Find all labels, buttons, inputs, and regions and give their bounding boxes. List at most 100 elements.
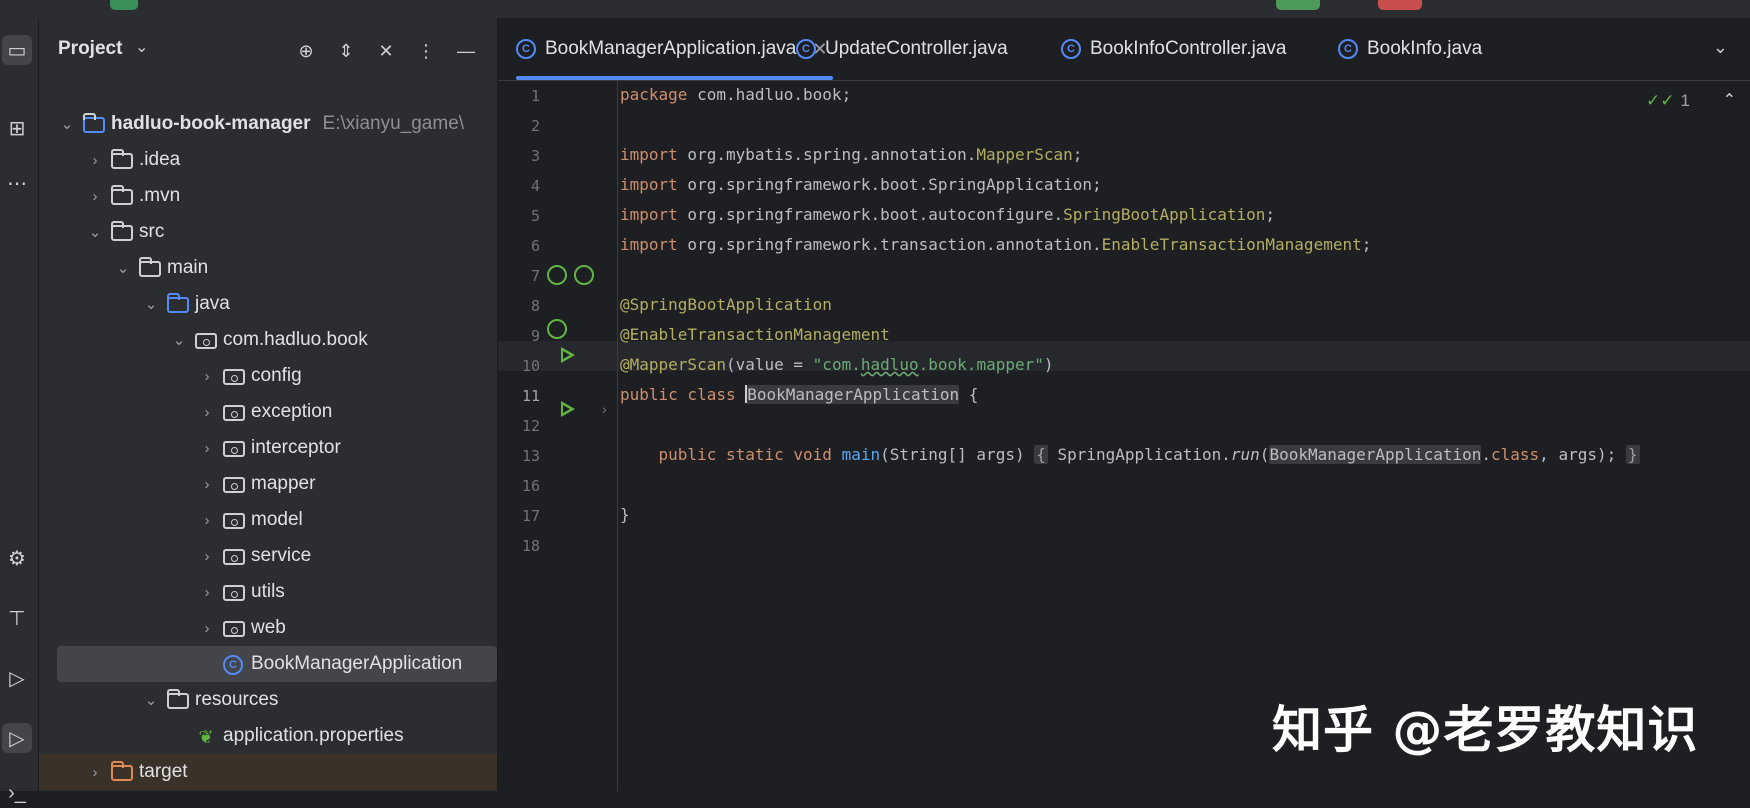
editor-tab[interactable]: C BookManagerApplication.java ✕ (516, 18, 834, 80)
chevron-right-icon[interactable]: › (85, 764, 105, 781)
chevron-right-icon[interactable]: › (197, 548, 217, 565)
watermark: 知乎 @老罗教知识 (1272, 701, 1699, 759)
run-icon[interactable] (561, 347, 575, 363)
project-tool-icon[interactable]: ▭ (2, 35, 32, 65)
chevron-down-icon[interactable]: ⌄ (1713, 37, 1728, 58)
more-tools-icon[interactable]: ⋯ (2, 168, 32, 198)
code-line[interactable]: } (620, 505, 630, 524)
chevron-right-icon[interactable]: › (197, 584, 217, 601)
code-line[interactable]: public static void main(String[] args) {… (620, 445, 1640, 464)
code-line[interactable]: import org.mybatis.spring.annotation.Map… (620, 145, 1082, 164)
hide-icon[interactable]: — (453, 38, 479, 64)
package-icon (223, 512, 245, 529)
tree-item-label: exception (251, 401, 333, 422)
line-number: 18 (521, 537, 540, 555)
code-line[interactable]: @MapperScan(value = "com.hadluo.book.map… (620, 355, 1054, 374)
code-line[interactable]: import org.springframework.boot.SpringAp… (620, 175, 1102, 194)
build-tool-icon[interactable]: ⊤ (2, 603, 32, 633)
tree-item[interactable]: › .mvn (39, 178, 497, 214)
tree-item[interactable]: › utils (39, 574, 497, 610)
options-icon[interactable]: ⋮ (413, 38, 439, 64)
tree-item[interactable]: › config (39, 358, 497, 394)
run-tool-icon[interactable]: ▷ (2, 723, 32, 753)
tree-item[interactable]: ⌄ resources (39, 682, 497, 718)
chevron-down-icon[interactable]: ⌄ (85, 223, 105, 241)
tree-item[interactable]: ❦ application.properties (39, 718, 497, 754)
fold-chevron-icon[interactable]: › (602, 401, 607, 417)
chevron-right-icon[interactable]: › (85, 152, 105, 169)
chevron-right-icon[interactable]: › (197, 368, 217, 385)
project-panel-header: Project ⌄ ⊕ ⇕ ✕ ⋮ — (39, 18, 497, 82)
chevron-right-icon[interactable]: › (197, 512, 217, 529)
line-number: 8 (530, 297, 540, 315)
editor-tab-label: UpdateController.java (825, 38, 1008, 59)
chevron-down-icon[interactable]: ⌄ (141, 295, 161, 313)
tree-item[interactable]: › service (39, 538, 497, 574)
tree-item[interactable]: ⌄ main (39, 250, 497, 286)
tree-item[interactable]: ⌄ java (39, 286, 497, 322)
editor-tab[interactable]: C BookInfoController.java (1061, 18, 1286, 80)
line-number: 2 (530, 117, 540, 135)
collapse-all-icon[interactable]: ✕ (373, 38, 399, 64)
chevron-right-icon[interactable]: › (197, 476, 217, 493)
tree-item[interactable]: C BookManagerApplication (57, 646, 497, 682)
tree-item-label: BookManagerApplication (251, 653, 463, 674)
line-number: 10 (521, 357, 540, 375)
spring-bean-icon[interactable] (547, 265, 567, 285)
locate-icon[interactable]: ⊕ (293, 38, 319, 64)
chevron-up-icon[interactable]: ⌃ (1723, 90, 1736, 110)
chevron-right-icon[interactable]: › (85, 188, 105, 205)
code-editor[interactable]: ✓✓ 1 ⌃ › 1 package com.hadluo.book; 2 3 impor… (498, 81, 1750, 791)
tree-item[interactable]: ⌄ com.hadluo.book (39, 322, 497, 358)
chevron-down-icon[interactable]: ⌄ (141, 691, 161, 709)
run-widget[interactable] (110, 0, 138, 10)
run-icon[interactable] (561, 401, 575, 417)
tree-item-label: service (251, 545, 312, 566)
spring-class-icon: C (223, 655, 245, 675)
line-number: 4 (530, 177, 540, 195)
spring-scan-icon[interactable] (547, 319, 567, 339)
code-line[interactable]: import org.springframework.boot.autoconf… (620, 205, 1275, 224)
line-number: 16 (521, 477, 540, 495)
folder-icon (111, 148, 133, 169)
project-panel-title[interactable]: Project (58, 38, 122, 60)
services-tool-icon[interactable]: ▷ (2, 663, 32, 693)
tree-item[interactable]: › exception (39, 394, 497, 430)
tree-item[interactable]: › target (39, 754, 497, 790)
tree-item[interactable]: › web (39, 610, 497, 646)
code-line[interactable]: public class BookManagerApplication { (620, 385, 978, 404)
chevron-right-icon[interactable]: › (197, 620, 217, 637)
inspection-widget[interactable]: ✓✓ 1 (1646, 91, 1690, 111)
structure-tool-icon[interactable]: ⊞ (2, 113, 32, 143)
tree-item[interactable]: › interceptor (39, 430, 497, 466)
debug-tool-icon[interactable]: ⚙ (2, 543, 32, 573)
chevron-right-icon[interactable]: › (197, 440, 217, 457)
chevron-down-icon[interactable]: ⌄ (57, 115, 77, 133)
spring-context-icon[interactable] (574, 265, 594, 285)
chevron-down-icon[interactable]: ⌄ (135, 37, 148, 57)
chevron-down-icon[interactable]: ⌄ (169, 331, 189, 349)
stop-button-indicator[interactable] (1378, 0, 1422, 10)
class-icon: C (1061, 39, 1081, 59)
chevron-right-icon[interactable]: › (197, 404, 217, 421)
tree-item[interactable]: › mapper (39, 466, 497, 502)
code-line[interactable]: import org.springframework.transaction.a… (620, 235, 1371, 254)
line-number: 3 (530, 147, 540, 165)
code-line[interactable]: package com.hadluo.book; (620, 85, 851, 104)
tree-item[interactable]: ⌄ src (39, 214, 497, 250)
tree-item[interactable]: › .idea (39, 142, 497, 178)
tree-item-label: utils (251, 581, 285, 602)
source-folder-icon (167, 292, 189, 313)
run-button-indicator[interactable] (1276, 0, 1320, 10)
chevron-down-icon[interactable]: ⌄ (113, 259, 133, 277)
code-line[interactable]: @EnableTransactionManagement (620, 325, 890, 344)
line-number: 13 (521, 447, 540, 465)
code-line[interactable]: @SpringBootApplication (620, 295, 832, 314)
editor-tab[interactable]: C BookInfo.java (1338, 18, 1482, 80)
tree-item[interactable]: ⌄ hadluo-book-manager E:\xianyu_game\ (39, 106, 497, 142)
terminal-tool-icon[interactable]: ›_ (2, 778, 32, 808)
expand-all-icon[interactable]: ⇕ (333, 38, 359, 64)
editor-tab[interactable]: C UpdateController.java (796, 18, 1008, 80)
tree-item[interactable]: › model (39, 502, 497, 538)
tree-item-label: interceptor (251, 437, 341, 458)
